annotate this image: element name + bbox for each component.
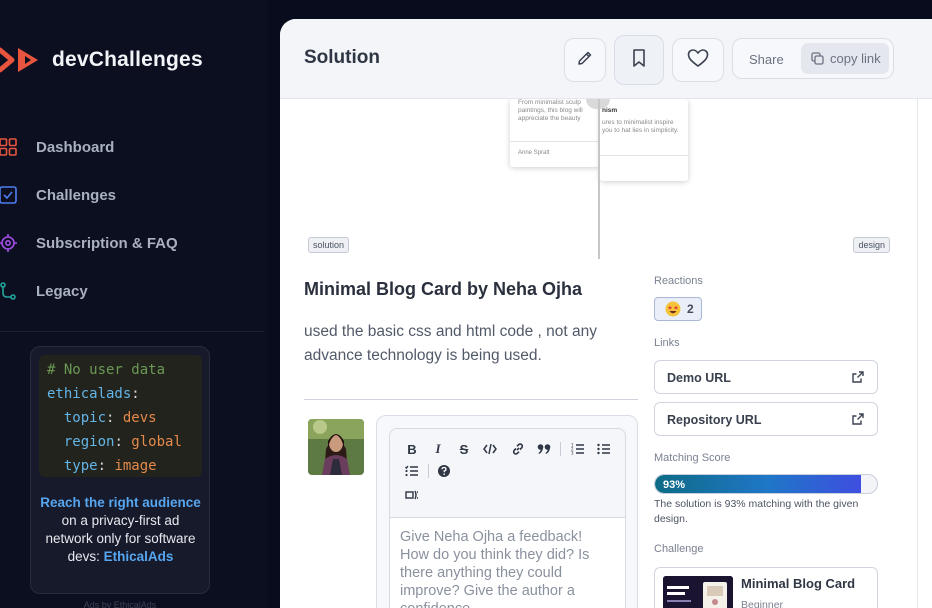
- panel-divider: [917, 99, 918, 608]
- sidebar-item-challenges[interactable]: Challenges: [0, 181, 116, 209]
- svg-text:3: 3: [571, 451, 574, 456]
- ad-link[interactable]: Reach the right audience: [40, 495, 201, 510]
- sidebar-item-subscription[interactable]: Subscription & FAQ: [0, 229, 178, 257]
- editor-toolbar: B I S 123: [389, 428, 626, 518]
- sidebar-item-label: Challenges: [36, 186, 117, 204]
- copy-link-label: copy link: [830, 51, 881, 66]
- demo-url-link[interactable]: Demo URL: [654, 360, 878, 394]
- strikethrough-icon[interactable]: S: [456, 441, 472, 457]
- matching-score-fill: [655, 475, 862, 493]
- links-label: Links: [654, 337, 680, 349]
- devchallenges-logo-icon: [0, 42, 46, 78]
- brand[interactable]: devChallenges: [0, 42, 203, 78]
- copy-icon: [811, 52, 824, 65]
- pencil-icon: [576, 49, 594, 72]
- sidebar-item-dashboard[interactable]: Dashboard: [0, 133, 114, 161]
- like-button[interactable]: [672, 38, 724, 82]
- embed-icon[interactable]: [404, 487, 420, 503]
- matching-score-label: Matching Score: [654, 452, 731, 464]
- ad-footer[interactable]: Ads by EthicalAds: [30, 600, 210, 608]
- share-group: Share copy link: [732, 38, 894, 79]
- bookmark-button[interactable]: [614, 35, 664, 85]
- sidebar-divider: [0, 331, 264, 332]
- challenge-thumbnail: [663, 576, 733, 608]
- bookmark-icon: [630, 48, 648, 73]
- repository-url-link[interactable]: Repository URL: [654, 402, 878, 436]
- ad-text: Reach the right audience on a privacy-fi…: [40, 495, 201, 564]
- solution-title: Minimal Blog Card by Neha Ojha: [304, 279, 583, 299]
- sidebar-item-legacy[interactable]: Legacy: [0, 277, 88, 305]
- reactions-label: Reactions: [654, 275, 703, 287]
- reaction-button[interactable]: 2: [654, 297, 702, 321]
- preview-card: From minimalist sculp paintings, this bl…: [510, 99, 600, 167]
- matching-score-note: The solution is 93% matching with the gi…: [654, 498, 859, 525]
- sidebar: devChallenges Dashboard Challenges Subsc…: [0, 0, 268, 608]
- matching-score-value: 93%: [663, 479, 686, 491]
- solution-tag: solution: [308, 237, 350, 253]
- subscription-icon: [0, 233, 18, 253]
- edit-button[interactable]: [564, 38, 606, 82]
- ethicalads-link[interactable]: EthicalAds: [104, 549, 174, 564]
- share-label: Share: [749, 52, 784, 67]
- dashboard-icon: [0, 137, 18, 157]
- challenge-label: Challenge: [654, 543, 704, 555]
- quote-icon[interactable]: [536, 441, 552, 457]
- demo-url-label: Demo URL: [667, 371, 731, 385]
- sidebar-item-label: Legacy: [36, 282, 88, 300]
- solution-preview-image[interactable]: From minimalist sculp paintings, this bl…: [304, 99, 890, 259]
- repository-url-label: Repository URL: [667, 413, 762, 427]
- ethicalads-ad[interactable]: # No user data ethicalads: topic: devs r…: [30, 346, 210, 594]
- external-link-icon: [852, 413, 864, 425]
- legacy-icon: [0, 281, 18, 301]
- bold-icon[interactable]: B: [404, 441, 420, 457]
- challenges-icon: [0, 185, 18, 205]
- panel-header: Solution Share copy link: [280, 19, 932, 99]
- feedback-textarea[interactable]: Give Neha Ojha a feedback! How do you th…: [389, 517, 626, 608]
- external-link-icon: [852, 371, 864, 383]
- challenge-title: Minimal Blog Card: [741, 576, 856, 591]
- challenge-level: Beginner: [741, 599, 784, 608]
- page-title: Solution: [304, 47, 380, 68]
- copy-link-button[interactable]: copy link: [801, 43, 889, 74]
- design-tag: design: [853, 237, 890, 253]
- reaction-count: 2: [687, 302, 694, 316]
- divider: [304, 399, 638, 400]
- avatar[interactable]: [308, 419, 364, 475]
- challenge-card[interactable]: Minimal Blog Card Beginner: [654, 567, 878, 608]
- sidebar-item-label: Subscription & FAQ: [36, 234, 178, 252]
- preview-card: nism ures to minimalist inspire you to h…: [600, 99, 688, 181]
- matching-score-bar: 93%: [654, 474, 878, 494]
- brand-name: devChallenges: [52, 48, 203, 71]
- ordered-list-icon[interactable]: 123: [570, 441, 586, 457]
- sidebar-item-label: Dashboard: [36, 138, 115, 156]
- code-icon[interactable]: [482, 441, 498, 457]
- bullet-list-icon[interactable]: [596, 441, 612, 457]
- solution-panel: Solution Share copy link From minimalist…: [280, 19, 932, 608]
- help-icon[interactable]: [436, 463, 452, 479]
- feedback-editor: B I S 123 Give Neha Ojha a feedback! How…: [376, 415, 638, 608]
- task-list-icon[interactable]: [404, 463, 420, 479]
- solution-description: used the basic css and html code , not a…: [304, 323, 597, 364]
- italic-icon[interactable]: I: [430, 441, 446, 457]
- ad-code-image: # No user data ethicalads: topic: devs r…: [39, 355, 202, 477]
- link-icon[interactable]: [510, 441, 526, 457]
- heart-icon: [687, 48, 709, 73]
- star-struck-emoji-icon: [665, 301, 681, 317]
